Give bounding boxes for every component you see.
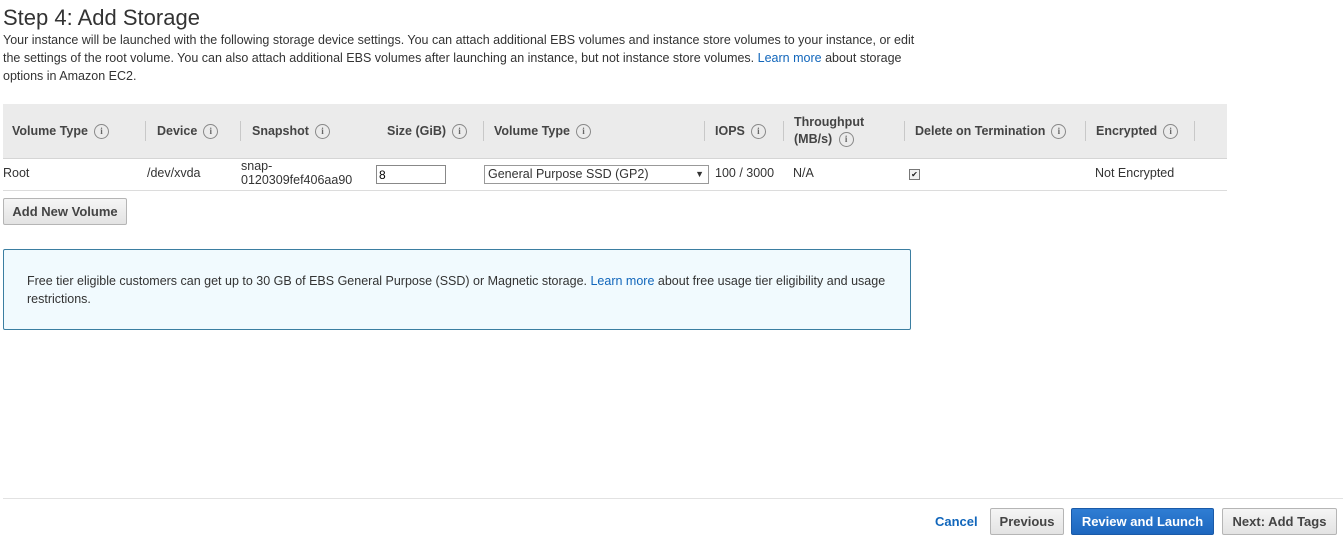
col-device-label: Device: [157, 124, 198, 138]
size-input[interactable]: [376, 165, 446, 184]
column-divider: [1194, 121, 1195, 141]
add-new-volume-button[interactable]: Add New Volume: [3, 198, 127, 225]
col-iops-label: IOPS: [715, 124, 745, 138]
intro-text: Your instance will be launched with the …: [3, 31, 918, 85]
col-iops[interactable]: IOPS i: [706, 104, 784, 158]
column-divider: [904, 121, 905, 141]
info-icon[interactable]: i: [750, 123, 766, 139]
info-icon[interactable]: i: [203, 123, 219, 139]
row-snapshot-line2: 0120309fef406aa90: [241, 173, 353, 187]
column-divider: [483, 121, 484, 141]
col-volume-type[interactable]: Volume Type i: [3, 104, 146, 158]
chevron-down-icon: ▼: [695, 169, 704, 179]
info-icon[interactable]: i: [314, 123, 330, 139]
learn-more-free-tier-link[interactable]: Learn more: [590, 274, 654, 288]
previous-button[interactable]: Previous: [990, 508, 1064, 535]
col-device[interactable]: Device i: [148, 104, 241, 158]
cancel-link[interactable]: Cancel: [935, 514, 978, 529]
footer-divider: [3, 498, 1343, 499]
col-snapshot-label: Snapshot: [252, 124, 309, 138]
info-icon[interactable]: i: [1163, 123, 1179, 139]
column-divider: [704, 121, 705, 141]
column-divider: [240, 121, 241, 141]
volume-type-select[interactable]: General Purpose SSD (GP2) ▼: [484, 165, 709, 184]
col-throughput[interactable]: Throughput (MB/s) i: [785, 104, 905, 158]
info-icon[interactable]: i: [452, 123, 468, 139]
col-size[interactable]: Size (GiB) i: [378, 104, 484, 158]
column-divider: [783, 121, 784, 141]
row-snapshot: snap- 0120309fef406aa90: [241, 159, 352, 187]
col-throughput-label-wrap: Throughput (MB/s) i: [794, 114, 874, 148]
page-title: Step 4: Add Storage: [3, 5, 200, 30]
info-icon[interactable]: i: [93, 123, 109, 139]
row-throughput: N/A: [793, 166, 814, 180]
row-encrypted: Not Encrypted: [1095, 166, 1175, 180]
row-volume-type: Root: [3, 166, 30, 180]
table-row: Root /dev/xvda snap- 0120309fef406aa90 G…: [3, 159, 1227, 191]
column-divider: [1085, 121, 1086, 141]
col-size-label: Size (GiB): [387, 124, 447, 138]
row-iops: 100 / 3000: [715, 166, 775, 180]
column-divider: [145, 121, 146, 141]
notice-text: Free tier eligible customers can get up …: [27, 274, 587, 288]
col-volume-type-label: Volume Type: [12, 124, 88, 138]
info-icon[interactable]: i: [1051, 123, 1067, 139]
free-tier-notice: Free tier eligible customers can get up …: [3, 249, 911, 330]
col-ebs-volume-type[interactable]: Volume Type i: [485, 104, 705, 158]
learn-more-storage-link[interactable]: Learn more: [758, 51, 822, 65]
delete-on-termination-checkbox[interactable]: ✔: [909, 169, 920, 180]
col-delete-on-termination-label: Delete on Termination: [915, 124, 1046, 138]
col-delete-on-termination[interactable]: Delete on Termination i: [906, 104, 1086, 158]
col-encrypted[interactable]: Encrypted i: [1087, 104, 1195, 158]
volume-type-select-value: General Purpose SSD (GP2): [488, 167, 649, 181]
row-snapshot-line1: snap-: [241, 159, 273, 173]
next-add-tags-button[interactable]: Next: Add Tags: [1222, 508, 1337, 535]
row-device: /dev/xvda: [147, 166, 201, 180]
info-icon[interactable]: i: [838, 132, 854, 148]
col-snapshot[interactable]: Snapshot i: [243, 104, 378, 158]
col-encrypted-label: Encrypted: [1096, 124, 1158, 138]
review-and-launch-button[interactable]: Review and Launch: [1071, 508, 1214, 535]
info-icon[interactable]: i: [575, 123, 591, 139]
storage-table-header: Volume Type i Device i Snapshot i Size (…: [3, 104, 1227, 159]
col-ebs-volume-type-label: Volume Type: [494, 124, 570, 138]
